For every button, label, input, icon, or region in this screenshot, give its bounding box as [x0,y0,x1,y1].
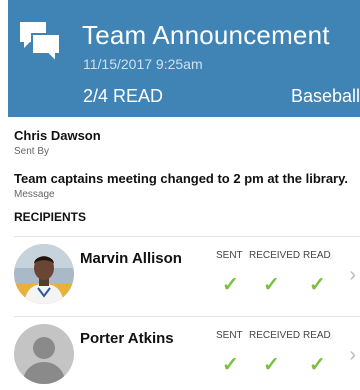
page-title: Team Announcement [82,20,330,50]
sent-label: SENT [216,330,243,341]
sent-check-icon: ✓ [222,354,239,376]
received-label: RECEIVED [249,250,301,261]
announcement-date: 11/15/2017 9:25am [83,56,203,72]
received-check-icon: ✓ [263,354,280,376]
recipient-name: Porter Atkins [80,330,174,347]
message-text: Team captains meeting changed to 2 pm at… [14,171,348,186]
read-label: READ [303,250,331,261]
chevron-right-icon[interactable]: › [349,264,356,287]
message-label: Message [14,189,55,200]
sent-check-icon: ✓ [222,274,239,296]
received-label: RECEIVED [249,330,301,341]
recipients-heading: RECIPIENTS [14,210,87,224]
recipient-name: Marvin Allison [80,250,182,267]
recipient-row[interactable]: Porter Atkins SENT RECEIVED READ ✓ ✓ ✓ › [0,316,360,390]
team-name: Baseball [290,86,360,106]
read-count: 2/4 READ [83,86,164,106]
read-check-icon: ✓ [309,274,326,296]
recipient-row[interactable]: Marvin Allison SENT RECEIVED READ ✓ ✓ ✓ … [0,236,360,310]
received-check-icon: ✓ [263,274,280,296]
divider [14,236,360,237]
announcement-header: Team Announcement 11/15/2017 9:25am 2/4 … [8,0,360,117]
read-check-icon: ✓ [309,354,326,376]
avatar [14,244,74,304]
chat-bubbles-icon [20,22,61,65]
chevron-right-icon[interactable]: › [349,344,356,367]
sent-label: SENT [216,250,243,261]
avatar [14,324,74,384]
divider [14,316,360,317]
sender-name: Chris Dawson [14,128,101,143]
read-label: READ [303,330,331,341]
sender-label: Sent By [14,146,50,157]
